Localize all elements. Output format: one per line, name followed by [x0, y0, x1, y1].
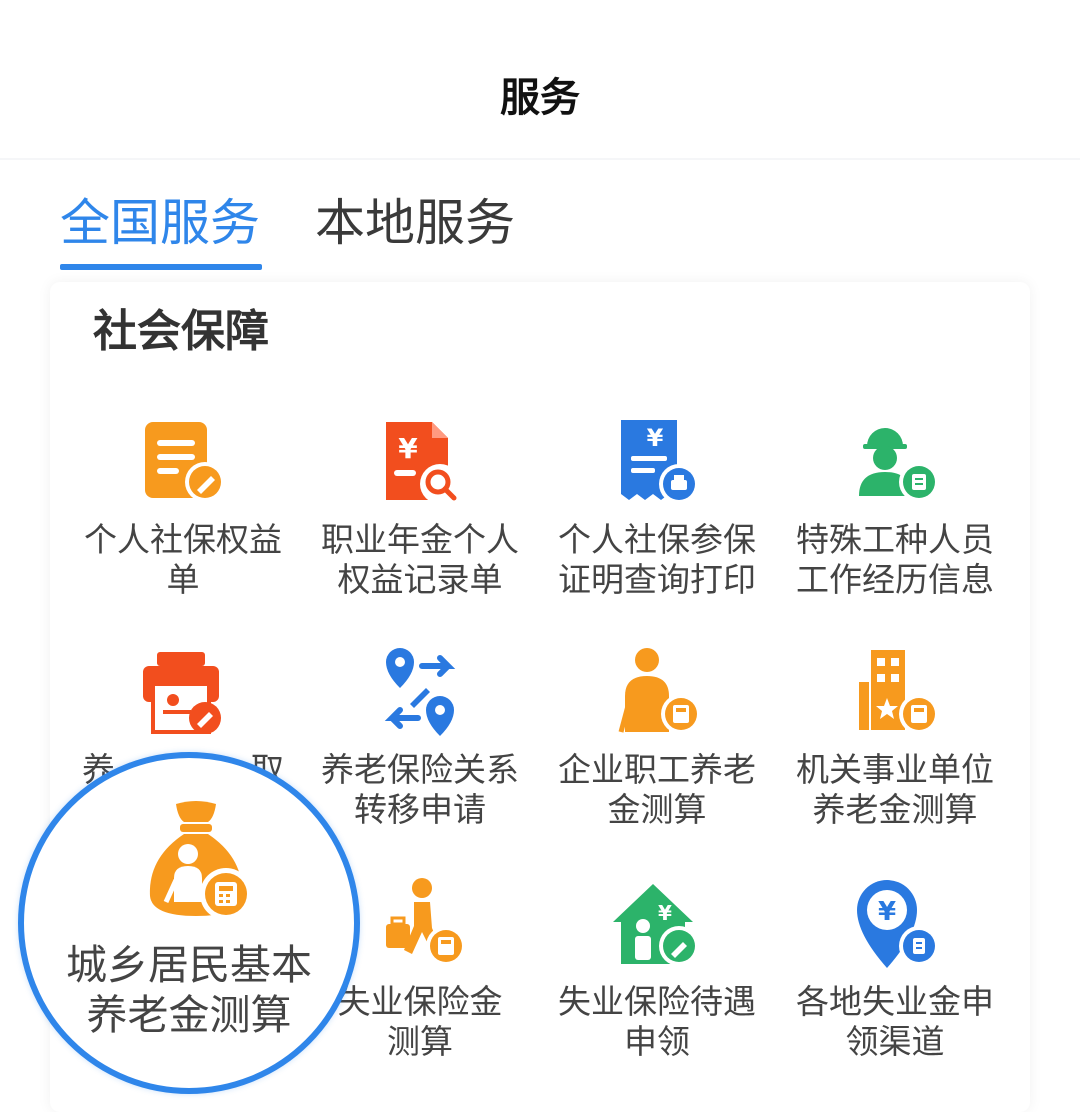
house-yuan-icon: ¥	[613, 884, 699, 966]
yuan-search-doc-icon: ¥	[386, 422, 460, 504]
header: 服务	[0, 0, 1080, 160]
active-tab-indicator	[60, 264, 262, 270]
service-label: 个人社保参保 证明查询打印	[558, 520, 756, 599]
service-label: 养老保险关系 转移申请	[321, 750, 519, 829]
service-label: 各地失业金申 领渠道	[796, 982, 994, 1061]
tab-national-services[interactable]: 全国服务	[60, 190, 260, 256]
service-label: 职业年金个人 权益记录单	[321, 520, 519, 599]
service-urban-rural-pension-calc[interactable]: 城乡居民基本 养老金测算	[18, 752, 360, 1094]
svg-text:¥: ¥	[658, 901, 672, 925]
service-label: 失业保险待遇 申领	[558, 982, 756, 1061]
service-label: 个人社保权益单	[84, 520, 282, 599]
worker-record-icon	[859, 428, 939, 502]
location-yuan-icon: ¥	[857, 880, 939, 968]
transfer-location-icon	[384, 648, 456, 736]
page-title: 服务	[500, 75, 580, 121]
svg-text:¥: ¥	[398, 432, 418, 465]
building-calculator-icon	[859, 650, 939, 734]
svg-text:¥: ¥	[878, 897, 896, 927]
money-bag-calculator-icon	[149, 801, 252, 920]
section-title: 社会保障	[93, 306, 269, 357]
tab-local-services[interactable]: 本地服务	[315, 190, 515, 256]
svg-text:¥: ¥	[647, 424, 664, 452]
printer-certificate-icon	[143, 652, 221, 734]
service-label: 城乡居民基本 养老金测算	[66, 941, 312, 1039]
elder-calculator-icon	[618, 648, 701, 734]
receipt-print-icon: ¥	[621, 420, 699, 504]
service-label: 企业职工养老 金测算	[558, 750, 756, 829]
service-label: 机关事业单位 养老金测算	[796, 750, 994, 829]
walker-calculator-icon	[386, 878, 466, 966]
document-edit-icon	[145, 422, 225, 502]
tab-bar: 全国服务 本地服务	[0, 160, 1080, 270]
service-label: 特殊工种人员 工作经历信息	[796, 520, 994, 599]
